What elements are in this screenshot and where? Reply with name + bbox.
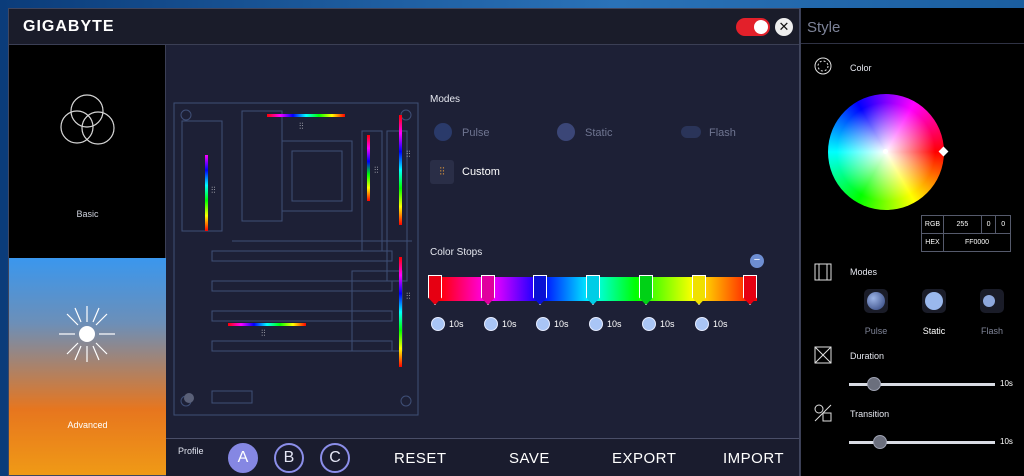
sidebar-item-basic[interactable]: Basic (9, 45, 166, 258)
pulse-icon (867, 292, 885, 310)
led-strip-mid (367, 135, 370, 201)
flash-icon[interactable] (681, 126, 701, 138)
motherboard-outline (173, 102, 419, 416)
zone-settings-icon[interactable]: ⫶⫶ (299, 121, 304, 132)
flash-option[interactable]: Flash (709, 127, 736, 139)
duration-icon (814, 346, 832, 364)
stop-duration[interactable]: 10s (536, 316, 569, 332)
blue-value-field[interactable]: 0 (995, 215, 1011, 234)
pulse-radio[interactable] (434, 123, 452, 141)
sidebar-item-label: Basic (76, 209, 99, 219)
static-mode-label: Static (922, 326, 946, 336)
wheel-center-marker (883, 149, 888, 154)
stop-duration-value: 10s (502, 319, 517, 329)
profile-b-button[interactable]: B (274, 443, 304, 473)
sync-dot[interactable] (184, 393, 194, 403)
led-strip-top (267, 114, 345, 117)
led-strip-left (205, 155, 208, 231)
stop-duration[interactable]: 10s (484, 316, 517, 332)
duration-slider-handle[interactable] (867, 377, 881, 391)
export-button[interactable]: EXPORT (612, 450, 676, 467)
transition-label: Transition (850, 409, 890, 419)
color-stops-title: Color Stops (430, 247, 483, 258)
title-bar: GIGABYTE ✕ (9, 9, 799, 45)
zone-settings-icon[interactable]: ⫶⫶ (261, 328, 266, 339)
mode-sidebar: Basic Advanced (9, 45, 166, 475)
zone-settings-icon[interactable]: ⫶⫶ (211, 185, 216, 196)
color-icon (814, 57, 832, 75)
pulse-mode-button[interactable] (864, 289, 888, 313)
static-option[interactable]: Static (585, 127, 613, 139)
film-strip-icon (814, 263, 832, 281)
basic-rings-icon (60, 94, 115, 145)
power-toggle[interactable] (736, 18, 770, 36)
static-mode-button[interactable] (922, 289, 946, 313)
stop-duration[interactable]: 10s (589, 316, 622, 332)
rgb-fusion-window: GIGABYTE ✕ Basic Advanced ⫶⫶ ⫶⫶ ⫶⫶ ⫶⫶ ⫶⫶… (8, 8, 800, 476)
sidebar-item-label: Advanced (67, 420, 108, 430)
modes-label: Modes (850, 267, 878, 277)
flash-mode-label: Flash (980, 326, 1003, 336)
transition-value: 10s (1000, 437, 1013, 446)
zone-settings-icon[interactable]: ⫶⫶ (406, 149, 411, 160)
stop-duration[interactable]: 10s (695, 316, 728, 332)
stop-duration[interactable]: 10s (431, 316, 464, 332)
duration-label: Duration (850, 351, 885, 361)
green-value-field[interactable]: 0 (980, 215, 997, 234)
custom-option[interactable]: Custom (462, 166, 500, 178)
hex-value-field[interactable]: FF0000 (943, 233, 1011, 252)
close-icon[interactable]: ✕ (775, 18, 793, 36)
hex-label: HEX (921, 233, 944, 252)
timer-icon (642, 317, 656, 331)
color-values-table: RGB 255 0 0 HEX FF0000 (921, 215, 1011, 252)
timer-icon (589, 317, 603, 331)
timer-icon (695, 317, 709, 331)
custom-mixer-icon[interactable]: ⫶⫶ (430, 160, 454, 184)
reset-button[interactable]: RESET (394, 450, 447, 467)
led-strip-right-top (399, 115, 402, 225)
style-panel: Style Color RGB 255 0 0 HEX FF0000 Modes… (800, 8, 1024, 476)
profile-label: Profile (178, 446, 204, 456)
static-radio[interactable] (557, 123, 575, 141)
board-canvas: ⫶⫶ ⫶⫶ ⫶⫶ ⫶⫶ ⫶⫶ ⫶⫶ (166, 45, 799, 438)
save-button[interactable]: SAVE (509, 450, 550, 467)
pulse-mode-label: Pulse (864, 326, 888, 336)
flash-icon (983, 295, 995, 307)
pulse-option[interactable]: Pulse (462, 127, 490, 139)
led-strip-bottom (228, 323, 306, 326)
profile-c-button[interactable]: C (320, 443, 350, 473)
title-divider (801, 43, 1024, 44)
stop-duration-value: 10s (449, 319, 464, 329)
timer-icon (431, 317, 445, 331)
flash-mode-button[interactable] (980, 289, 1004, 313)
style-panel-title: Style (807, 19, 841, 36)
bottom-toolbar: Profile A B C RESET SAVE EXPORT IMPORT (166, 438, 799, 476)
transition-slider-handle[interactable] (873, 435, 887, 449)
led-strip-right-bottom (399, 257, 402, 367)
stop-duration-value: 10s (713, 319, 728, 329)
color-label: Color (850, 63, 872, 73)
timer-icon (536, 317, 550, 331)
stop-duration-value: 10s (660, 319, 675, 329)
duration-slider[interactable] (849, 377, 995, 391)
timer-icon (484, 317, 498, 331)
static-icon (925, 292, 943, 310)
zone-settings-icon[interactable]: ⫶⫶ (406, 291, 411, 302)
transition-slider[interactable] (849, 435, 995, 449)
import-button[interactable]: IMPORT (723, 450, 784, 467)
duration-value: 10s (1000, 379, 1013, 388)
gigabyte-logo: GIGABYTE (23, 18, 115, 35)
sunburst-icon (59, 306, 115, 362)
stop-duration-value: 10s (607, 319, 622, 329)
sidebar-item-advanced[interactable]: Advanced (9, 258, 166, 475)
stop-duration-value: 10s (554, 319, 569, 329)
stop-duration[interactable]: 10s (642, 316, 675, 332)
transition-icon (814, 404, 832, 422)
zone-settings-icon[interactable]: ⫶⫶ (374, 165, 379, 176)
rgb-label: RGB (921, 215, 944, 234)
profile-a-button[interactable]: A (228, 443, 258, 473)
remove-stop-icon[interactable]: − (750, 254, 764, 268)
red-value-field[interactable]: 255 (943, 215, 982, 234)
modes-title: Modes (430, 94, 461, 105)
